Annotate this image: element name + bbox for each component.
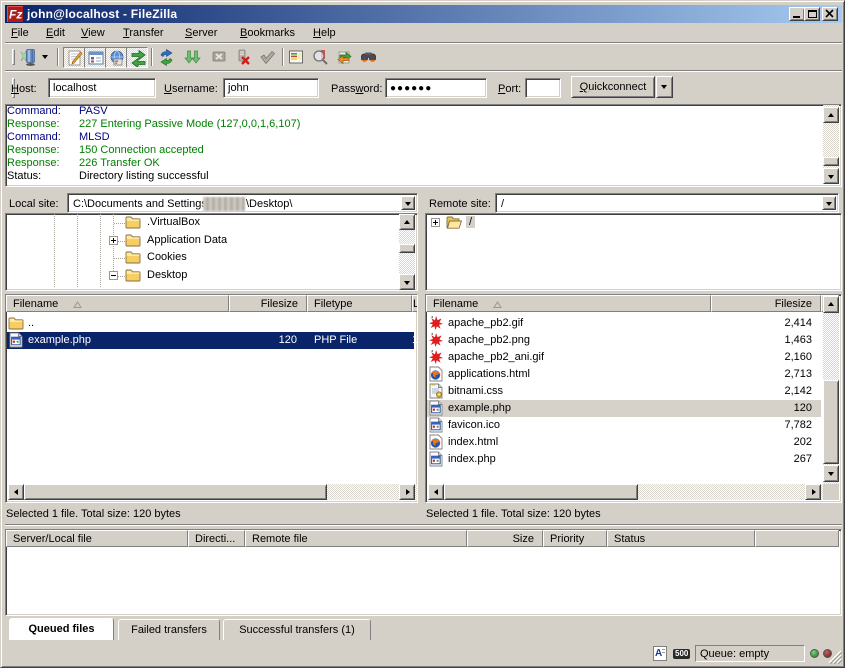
- svg-text:Fz: Fz: [9, 8, 22, 22]
